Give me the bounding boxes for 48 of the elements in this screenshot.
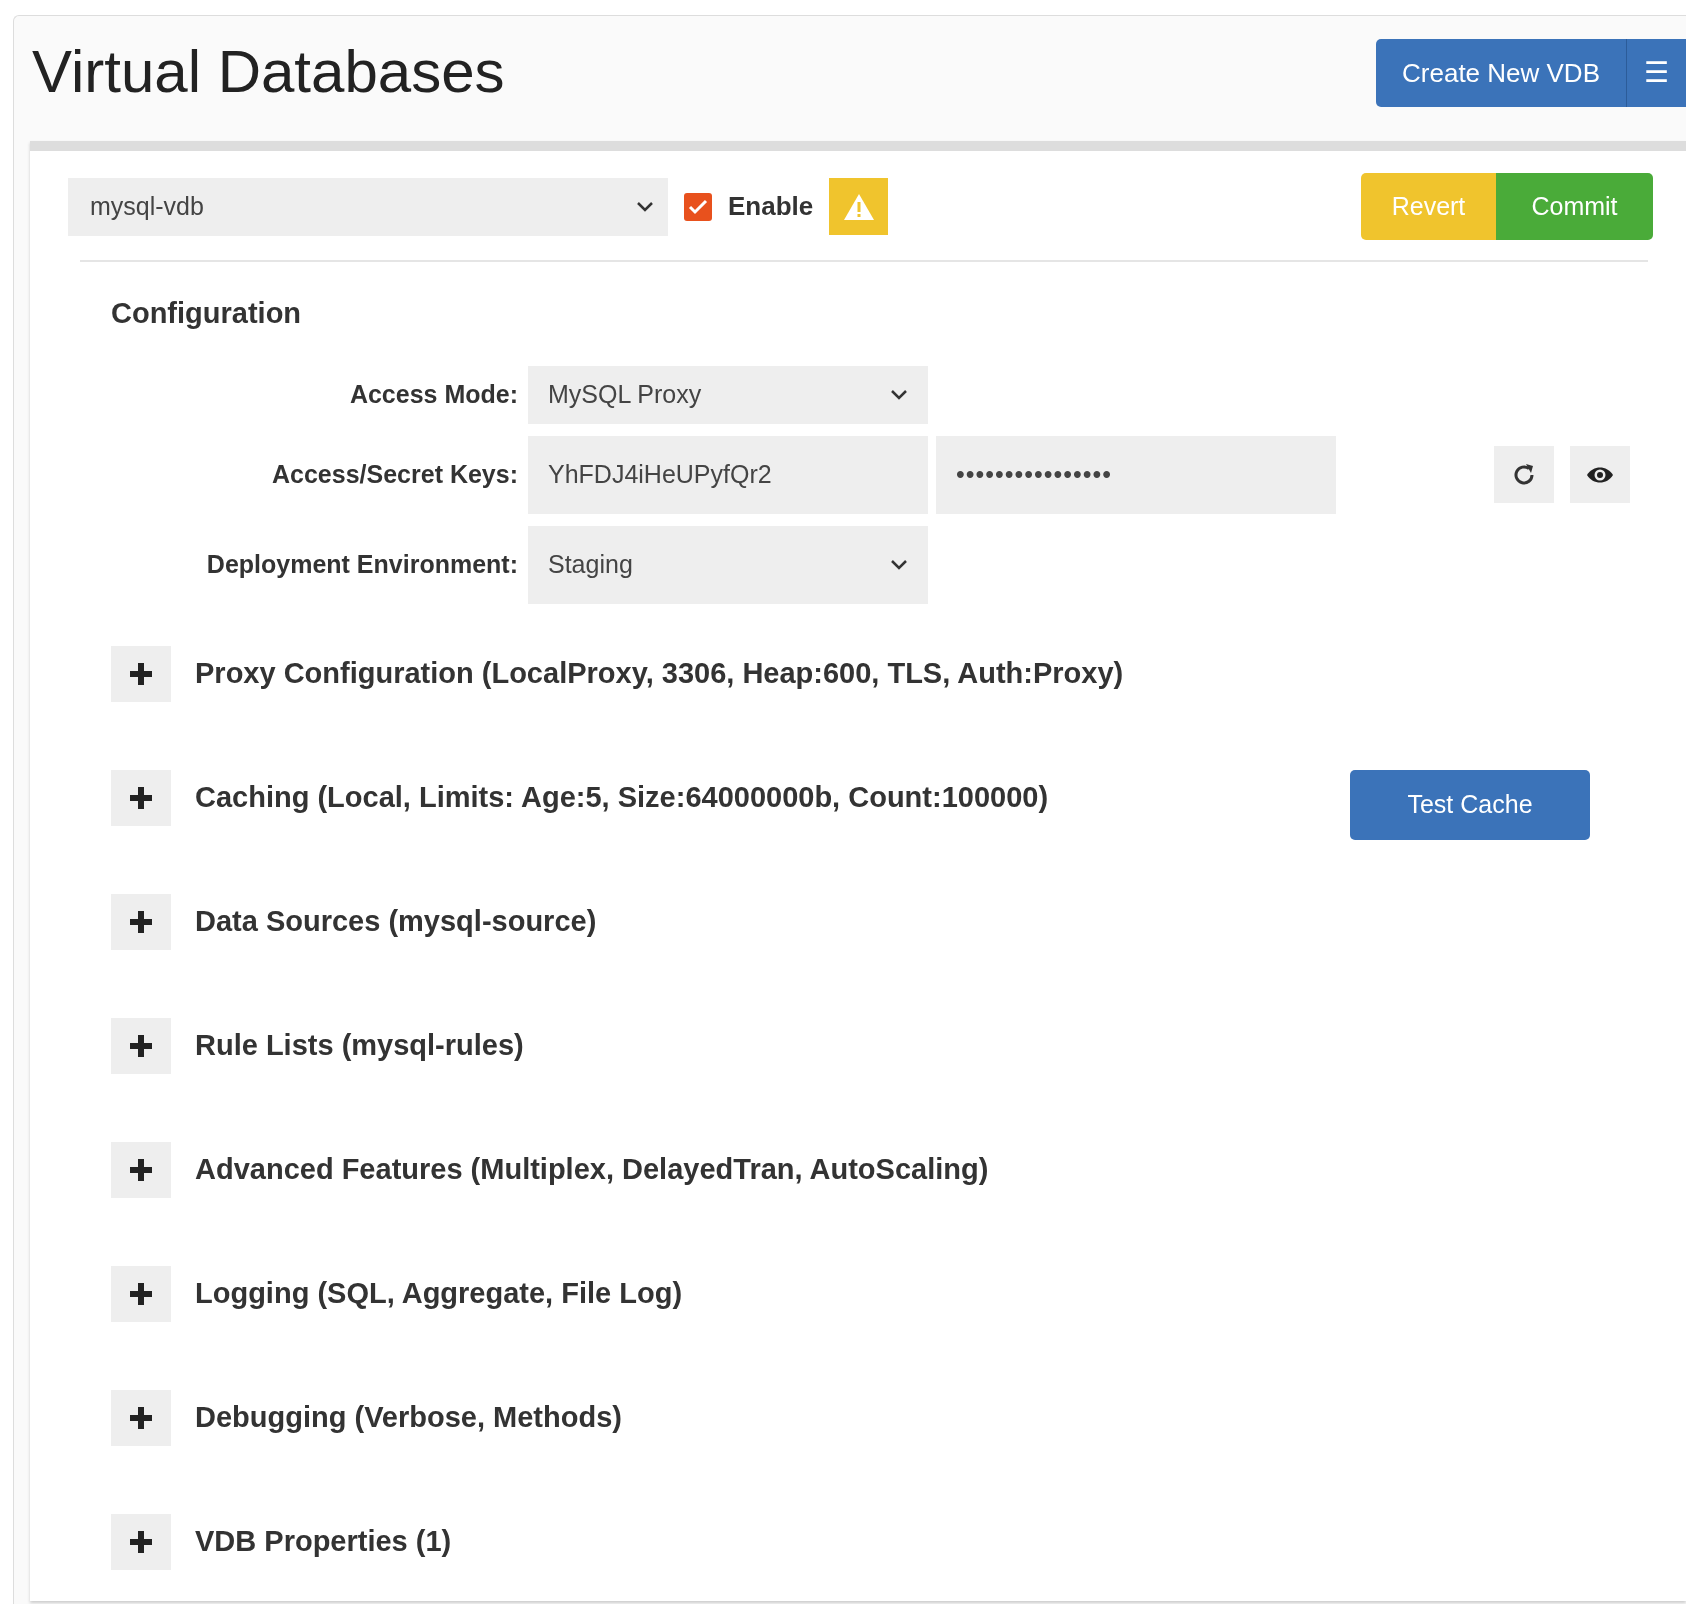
field-label: Access Mode: bbox=[349, 378, 518, 410]
show-button[interactable] bbox=[1570, 446, 1630, 503]
enable-checkbox[interactable] bbox=[684, 192, 712, 221]
expand-button[interactable] bbox=[111, 1389, 171, 1446]
section-title[interactable]: Logging (SQL, Aggregate, File Log) bbox=[195, 1271, 683, 1316]
chevron-down-icon bbox=[890, 558, 908, 571]
section-heading: Configuration bbox=[111, 296, 303, 331]
plus-icon bbox=[129, 1405, 153, 1430]
expand-button[interactable] bbox=[111, 1017, 171, 1074]
field-label: Access/Secret Keys: bbox=[272, 458, 518, 490]
plus-icon bbox=[129, 785, 153, 810]
test-cache-button[interactable]: Test Cache bbox=[1350, 769, 1590, 840]
menu-button[interactable]: ☰ bbox=[1626, 39, 1686, 107]
chevron-down-icon bbox=[636, 200, 654, 213]
secret-key-field[interactable]: •••••••••••••••• bbox=[936, 435, 1336, 514]
access-key-field[interactable]: YhFDJ4iHeUPyfQr2 bbox=[528, 435, 928, 514]
expand-button[interactable] bbox=[111, 1265, 171, 1322]
check-icon bbox=[688, 198, 708, 215]
plus-icon bbox=[129, 909, 153, 934]
select-value: MySQL Proxy bbox=[548, 378, 702, 410]
section-title[interactable]: Data Sources (mysql-source) bbox=[195, 899, 597, 944]
section-title[interactable]: Caching (Local, Limits: Age:5, Size:64000000b, Count:100000) bbox=[195, 775, 1049, 820]
plus-icon bbox=[129, 1033, 153, 1058]
select-value: mysql-vdb bbox=[90, 190, 204, 222]
plus-icon bbox=[129, 661, 153, 686]
enable-label: Enable bbox=[728, 190, 814, 223]
expand-button[interactable] bbox=[111, 769, 171, 826]
page-title: Virtual Databases bbox=[32, 37, 505, 107]
select-value: Staging bbox=[548, 548, 633, 580]
field-label: Deployment Environment: bbox=[206, 548, 518, 580]
plus-icon bbox=[129, 1157, 153, 1182]
plus-icon bbox=[129, 1529, 153, 1554]
section-title[interactable]: Advanced Features (Multiplex, DelayedTran, AutoScaling) bbox=[195, 1147, 989, 1192]
plus-icon bbox=[129, 1281, 153, 1306]
section-title[interactable]: Debugging (Verbose, Methods) bbox=[195, 1395, 622, 1440]
select-field[interactable]: MySQL Proxy bbox=[528, 365, 928, 424]
expand-button[interactable] bbox=[111, 1513, 171, 1570]
section-title[interactable]: Rule Lists (mysql-rules) bbox=[195, 1023, 524, 1068]
expand-button[interactable] bbox=[111, 1141, 171, 1198]
vdb-select[interactable]: mysql-vdb bbox=[68, 177, 668, 236]
expand-button[interactable] bbox=[111, 893, 171, 950]
create-vdb-button[interactable]: Create New VDB bbox=[1376, 39, 1626, 107]
section-title[interactable]: Proxy Configuration (LocalProxy, 3306, Heap:600, TLS, Auth:Proxy) bbox=[195, 651, 1124, 696]
expand-button[interactable] bbox=[111, 645, 171, 702]
chevron-down-icon bbox=[890, 388, 908, 401]
section-title[interactable]: VDB Properties (1) bbox=[195, 1519, 452, 1564]
select-field[interactable]: Staging bbox=[528, 525, 928, 604]
refresh-button[interactable] bbox=[1494, 446, 1554, 503]
